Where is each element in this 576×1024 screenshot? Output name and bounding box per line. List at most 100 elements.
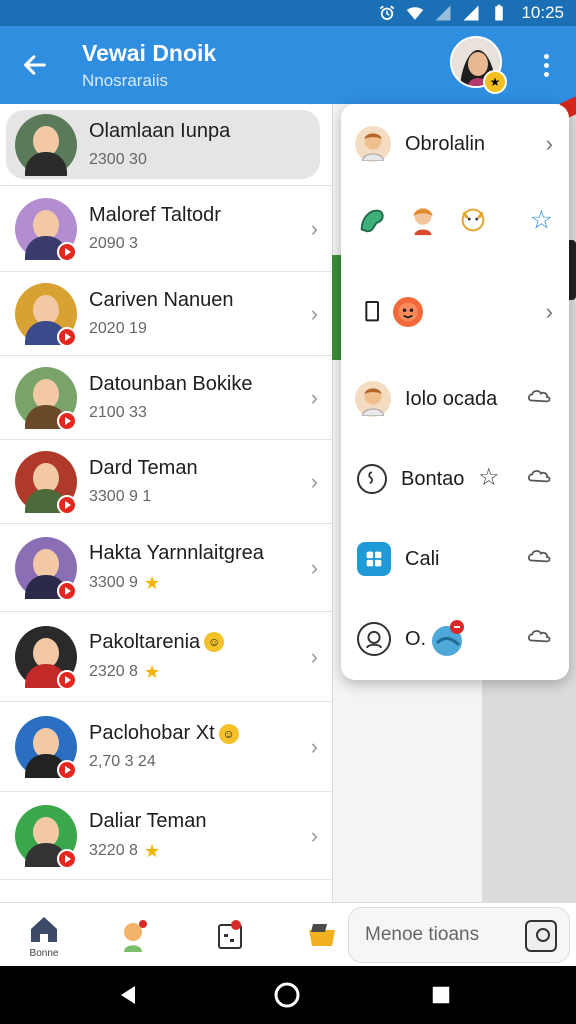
contact-subtitle-text: 2300 30: [89, 151, 147, 168]
contact-subtitle-text: 2320 8: [89, 663, 138, 680]
contact-row[interactable]: Paclohobar Xt ☺ 2,70 3 24 ›: [0, 702, 332, 792]
menu-item-cali[interactable]: Cali: [341, 519, 569, 599]
menu-item-o[interactable]: O.: [341, 599, 569, 679]
contact-subtitle: 2,70 3 24: [89, 753, 309, 771]
search-bar[interactable]: Menoe tioans: [348, 907, 570, 963]
video-badge-icon: [57, 669, 77, 690]
signal-icon: [433, 3, 453, 23]
contact-row[interactable]: Daliar Teman 3220 8 ★ ›: [0, 792, 332, 880]
star-icon: ★: [143, 840, 161, 861]
contact-row[interactable]: Datounban Bokike 2100 33 ›: [0, 356, 332, 440]
calendar-icon: [218, 920, 242, 949]
contact-row[interactable]: Olamlaan Iunpa 2300 30: [0, 104, 332, 186]
more-dot: [543, 71, 549, 77]
grid-icon: [357, 542, 391, 576]
contact-name: Cariven Nanuen: [89, 289, 309, 312]
chevron-right-icon: ›: [310, 300, 318, 326]
chevron-right-icon: ›: [310, 822, 318, 848]
video-badge-icon: [57, 759, 77, 780]
contact-name-text: Hakta Yarnnlaitgrea: [89, 541, 264, 564]
sticker-face-icon: [393, 296, 423, 327]
back-button[interactable]: [0, 26, 70, 104]
arrow-left-icon: [24, 55, 46, 75]
alarm-icon: [377, 3, 397, 23]
avatar-sticker-icon: [124, 920, 147, 952]
contact-text: Dard Teman 3300 9 1: [89, 457, 309, 506]
contact-name: Paclohobar Xt ☺: [89, 722, 309, 745]
contact-name: Hakta Yarnnlaitgrea: [89, 542, 309, 565]
menu-item-bontao[interactable]: Bontao ☆: [341, 439, 569, 519]
star-icon: ★: [143, 661, 161, 682]
nav-home[interactable]: Bonne: [14, 909, 74, 961]
cloud-icon: [527, 466, 553, 492]
back-triangle-icon[interactable]: [114, 980, 144, 1010]
contact-name-text: Cariven Nanuen: [89, 289, 234, 311]
nav-avatar-stickers[interactable]: [104, 909, 164, 961]
avatar[interactable]: [15, 450, 77, 515]
title-block: Vewai Dnoik Nnosraraiis: [82, 40, 216, 91]
contact-row[interactable]: Cariven Nanuen 2020 19 ›: [0, 272, 332, 356]
signal-icon-2: [461, 3, 481, 23]
system-nav-bar: [0, 966, 576, 1024]
contact-subtitle-text: 2020 19: [89, 320, 147, 337]
recents-square-icon[interactable]: [426, 980, 456, 1010]
menu-item-sticker[interactable]: ›: [341, 269, 569, 354]
video-badge-icon: [57, 326, 77, 347]
menu-item-label: Iolo ocada: [405, 387, 498, 410]
menu-item-iolo-ocada[interactable]: Iolo ocada: [341, 356, 569, 442]
contact-row[interactable]: Dard Teman 3300 9 1 ›: [0, 440, 332, 524]
contact-name-text: Datounban Bokike: [89, 373, 253, 395]
status-time: 10:25: [521, 3, 564, 22]
contact-text: Olamlaan Iunpa 2300 30: [89, 120, 309, 169]
avatar[interactable]: [15, 197, 77, 262]
chevron-right-icon: ›: [310, 554, 318, 580]
contact-text: Datounban Bokike 2100 33: [89, 373, 309, 422]
contact-text: Paclohobar Xt ☺ 2,70 3 24: [89, 722, 309, 771]
avatar[interactable]: [15, 366, 77, 431]
home-circle-icon[interactable]: [272, 980, 302, 1010]
contact-name-text: Pakoltarenia: [89, 630, 201, 653]
search-icon[interactable]: [525, 920, 557, 952]
bottom-nav: Bonne Menoe tioans: [0, 902, 576, 966]
nav-calendar[interactable]: [200, 909, 260, 961]
avatar[interactable]: [15, 113, 77, 176]
nav-home-label: Bonne: [29, 947, 59, 959]
contact-subtitle-text: 3300 9 1: [89, 488, 152, 505]
contact-text: Maloref Taltodr 2090 3: [89, 204, 309, 253]
search-placeholder: Menoe tioans: [365, 924, 480, 945]
contact-subtitle: 2020 19: [89, 320, 309, 338]
contact-subtitle: 3300 9 1: [89, 488, 309, 506]
status-bar: 10:25: [0, 0, 576, 26]
battery-icon: [489, 3, 509, 23]
chevron-right-icon: ›: [310, 384, 318, 410]
star-outline-icon[interactable]: ☆: [530, 204, 553, 235]
contact-subtitle: 3220 8 ★: [89, 841, 309, 862]
contact-row[interactable]: Pakoltarenia ☺ 2320 8 ★ ›: [0, 612, 332, 702]
avatar[interactable]: [15, 625, 77, 690]
cloud-icon: [527, 386, 553, 412]
nav-folder[interactable]: [292, 909, 352, 961]
cat-sticker-icon: [455, 202, 491, 238]
more-menu-button[interactable]: [530, 46, 562, 84]
menu-item-obrolalin[interactable]: Obrolalin ›: [341, 104, 569, 184]
contact-row[interactable]: Hakta Yarnnlaitgrea 3300 9 ★ ›: [0, 524, 332, 612]
contact-name: Datounban Bokike: [89, 373, 309, 396]
home-icon: [31, 916, 57, 942]
avatar[interactable]: [15, 804, 77, 869]
avatar[interactable]: [15, 536, 77, 601]
sticker-pack-icon: [355, 202, 391, 238]
contact-text: Hakta Yarnnlaitgrea 3300 9 ★: [89, 542, 309, 594]
menu-item-label: Cali: [405, 547, 440, 570]
avatar[interactable]: [15, 282, 77, 347]
menu-item-stickers[interactable]: ☆: [341, 177, 569, 262]
page-title: Vewai Dnoik: [82, 39, 217, 66]
folder-icon: [309, 924, 335, 946]
chevron-right-icon: ›: [310, 643, 318, 669]
contact-name: Maloref Taltodr: [89, 204, 309, 227]
contact-row[interactable]: Maloref Taltodr 2090 3 ›: [0, 186, 332, 272]
contact-text: Cariven Nanuen 2020 19: [89, 289, 309, 338]
contact-subtitle-text: 3300 9: [89, 574, 138, 591]
contact-name: Daliar Teman: [89, 810, 309, 833]
chevron-right-icon: ›: [310, 468, 318, 494]
avatar[interactable]: [15, 715, 77, 780]
